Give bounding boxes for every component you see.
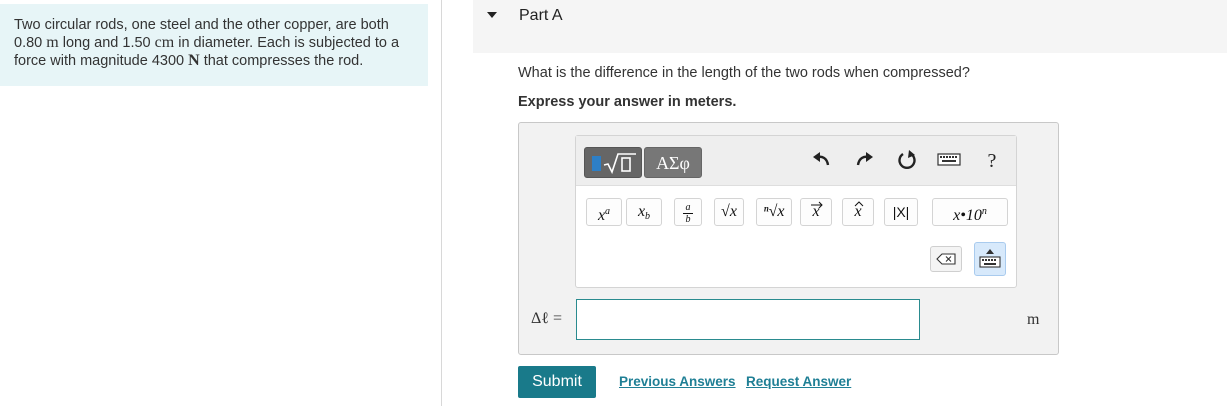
- answer-label: Δℓ =: [531, 310, 562, 327]
- backspace-icon: [936, 253, 956, 265]
- templates-button[interactable]: [584, 147, 642, 178]
- sqrt-button[interactable]: √x: [714, 198, 744, 226]
- superscript-button[interactable]: xa: [586, 198, 622, 226]
- previous-answers-link[interactable]: Previous Answers: [619, 374, 736, 389]
- vector-arrow-icon: [811, 201, 823, 208]
- question-text: What is the difference in the length of …: [518, 65, 970, 81]
- reset-icon[interactable]: [895, 149, 919, 173]
- instruction-text: Express your answer in meters.: [518, 94, 737, 110]
- absolute-value-button[interactable]: |X|: [884, 198, 918, 226]
- greek-symbols-button[interactable]: ΑΣφ: [644, 147, 702, 178]
- problem-line-1: Two circular rods, one steel and the oth…: [14, 17, 389, 33]
- vector-button[interactable]: x: [800, 198, 832, 226]
- toolbar-top-row: ΑΣφ ?: [576, 136, 1016, 186]
- math-toolbar: ΑΣφ ? xa xb a b √x ⁿ√x x x |X| x•10n: [575, 135, 1017, 288]
- part-title: Part A: [519, 7, 563, 24]
- part-header[interactable]: Part A: [473, 0, 1227, 53]
- problem-line-3: force with magnitude 4300 N that compres…: [14, 52, 364, 69]
- keyboard-toggle-icon: [979, 249, 1001, 268]
- redo-icon[interactable]: [853, 149, 877, 173]
- collapse-caret-icon[interactable]: [487, 12, 497, 18]
- hat-icon: [854, 201, 864, 207]
- help-icon[interactable]: ?: [980, 149, 1004, 173]
- scientific-notation-button[interactable]: x•10n: [932, 198, 1008, 226]
- subscript-button[interactable]: xb: [626, 198, 662, 226]
- sqrt-template-icon: [603, 153, 636, 175]
- backspace-button[interactable]: [930, 246, 962, 272]
- problem-statement: Two circular rods, one steel and the oth…: [0, 4, 428, 86]
- panel-divider: [441, 0, 442, 406]
- undo-icon[interactable]: [809, 149, 833, 173]
- unit-vector-button[interactable]: x: [842, 198, 874, 226]
- request-answer-link[interactable]: Request Answer: [746, 374, 851, 389]
- keyboard-icon[interactable]: [936, 149, 962, 173]
- answer-input[interactable]: [576, 299, 920, 340]
- toggle-keyboard-button[interactable]: [974, 242, 1006, 276]
- problem-line-2: 0.80 m long and 1.50 cm in diameter. Eac…: [14, 34, 400, 51]
- fraction-button[interactable]: a b: [674, 198, 702, 226]
- unit-label: m: [1027, 311, 1040, 328]
- nth-root-button[interactable]: ⁿ√x: [756, 198, 792, 226]
- template-box-icon: [592, 156, 601, 171]
- submit-button[interactable]: Submit: [518, 366, 596, 398]
